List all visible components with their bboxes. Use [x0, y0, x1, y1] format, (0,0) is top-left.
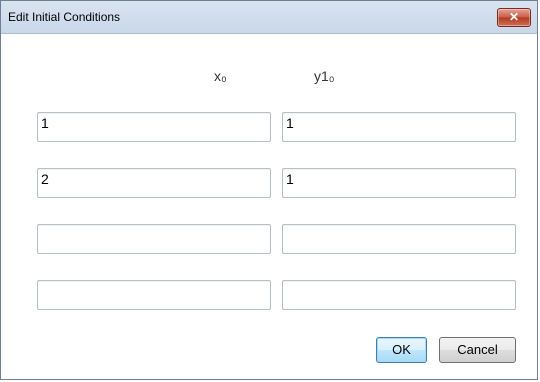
y10-field-row-1[interactable]: 1	[282, 112, 516, 142]
x0-field-row-1[interactable]: 1	[37, 112, 271, 142]
edit-initial-conditions-dialog: Edit Initial Conditions ✕ x₀ y1₀ 1 1 2 1…	[0, 0, 538, 380]
column-header-y10: y1₀	[314, 68, 335, 84]
y10-field-row-4[interactable]	[282, 280, 516, 310]
x0-field-row-2[interactable]: 2	[37, 168, 271, 198]
column-header-x0: x₀	[214, 68, 227, 84]
dialog-title: Edit Initial Conditions	[8, 10, 121, 24]
title-bar: Edit Initial Conditions ✕	[1, 1, 537, 34]
y10-field-row-3[interactable]	[282, 224, 516, 254]
y10-field-row-2[interactable]: 1	[282, 168, 516, 198]
close-icon[interactable]: ✕	[497, 8, 531, 27]
ok-button[interactable]: OK	[376, 337, 427, 363]
x0-field-row-3[interactable]	[37, 224, 271, 254]
cancel-button[interactable]: Cancel	[439, 337, 516, 363]
x0-field-row-4[interactable]	[37, 280, 271, 310]
